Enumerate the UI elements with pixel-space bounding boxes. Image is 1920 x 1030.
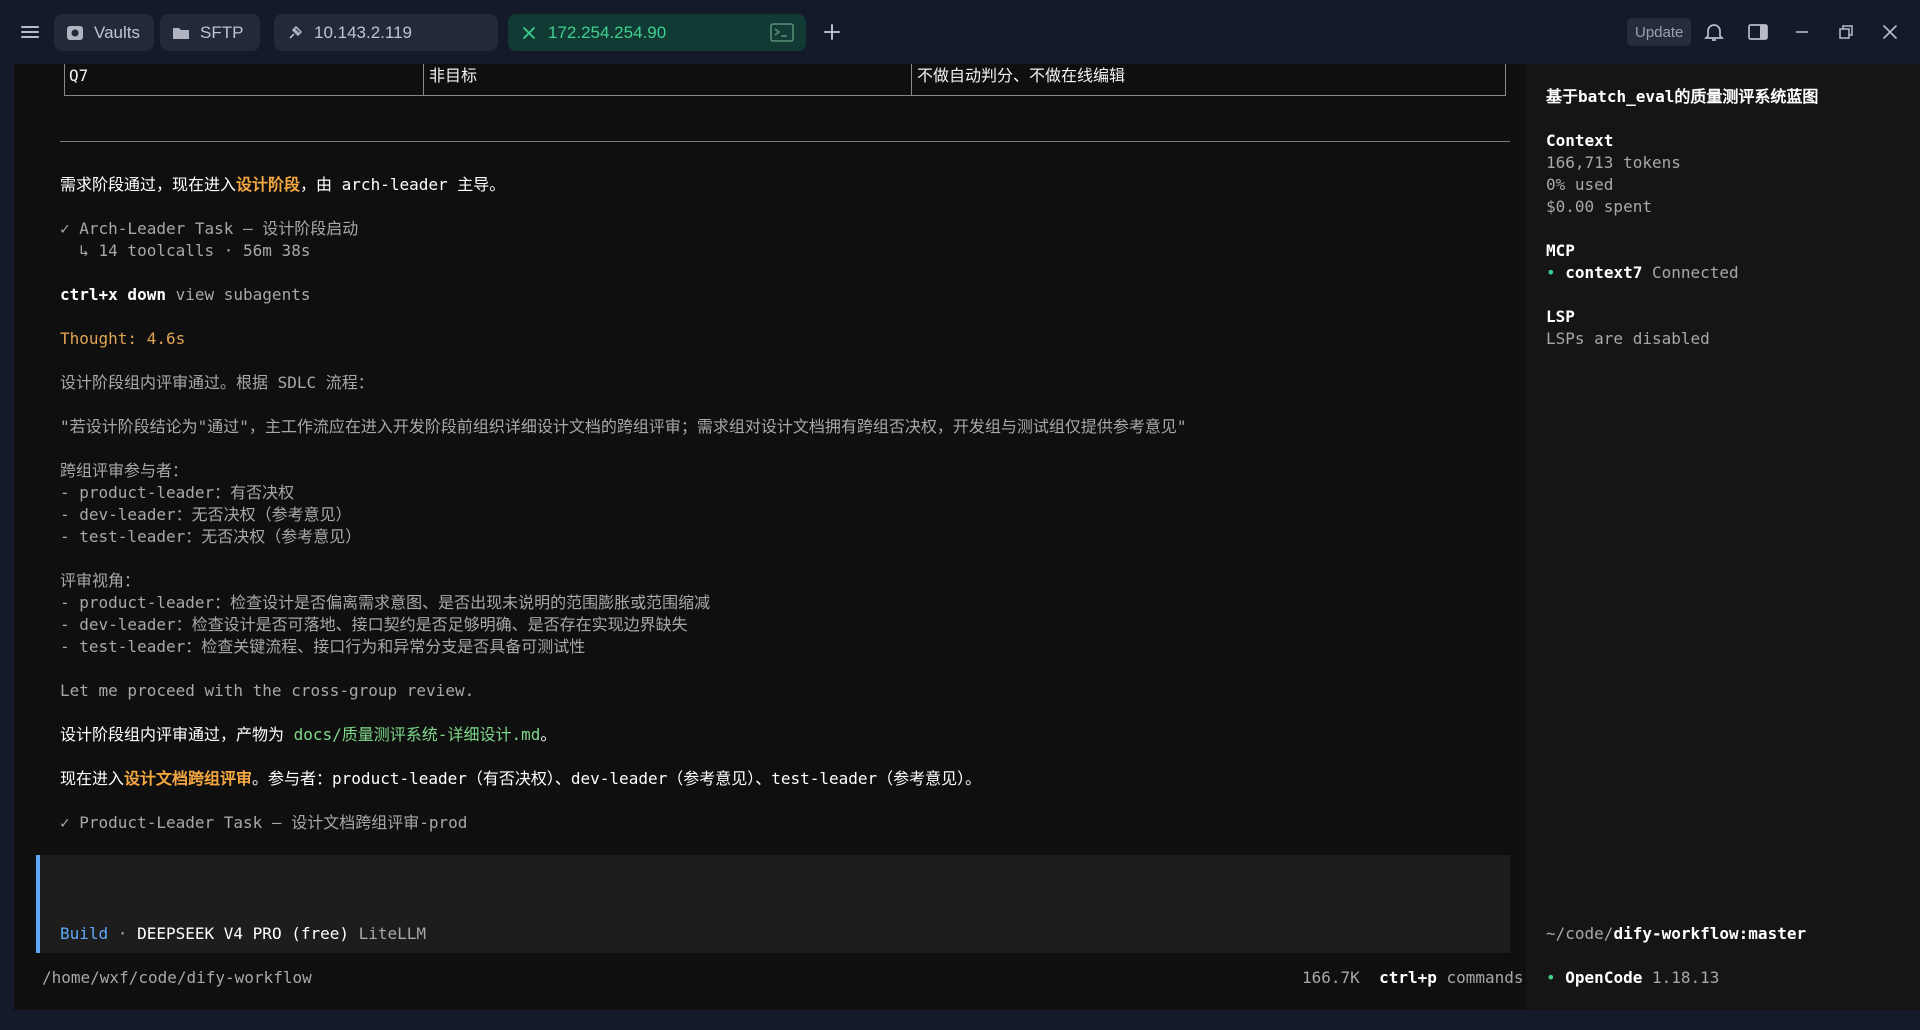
working-directory: /home/wxf/code/dify-workflow [42, 968, 312, 987]
task-meta: ↳ 14 toolcalls · 56m 38s [60, 241, 311, 260]
context-tokens: 166,713 tokens [1546, 153, 1681, 172]
context-heading: Context [1546, 131, 1614, 150]
output-summary: 设计阶段组内评审通过，产物为 docs/质量测评系统-详细设计.md。 [60, 724, 556, 746]
prompt-input[interactable]: Build · DEEPSEEK V4 PRO (free) LiteLLM [36, 855, 1510, 953]
tab-label: 10.143.2.119 [314, 22, 412, 42]
status-dot-icon: • [1546, 263, 1556, 282]
minimize-icon[interactable] [1790, 20, 1814, 44]
list-item: - dev-leader：无否决权（参考意见） [60, 505, 352, 524]
hamburger-menu-icon[interactable] [18, 20, 42, 44]
lsp-heading: LSP [1546, 307, 1575, 326]
sidebar-toggle-icon[interactable] [1746, 20, 1770, 44]
mcp-server-status: Connected [1642, 263, 1739, 282]
input-accent-bar [36, 855, 40, 953]
reasoning-heading: 跨组评审参与者： [60, 461, 189, 480]
table-cell-type: 非目标 [429, 66, 478, 85]
mode-label[interactable]: Build [60, 924, 108, 943]
text: ，由 arch-leader 主导。 [300, 175, 506, 194]
hint-key: ctrl+p [1379, 968, 1437, 987]
mcp-server-item: • context7 Connected [1546, 262, 1739, 284]
text: 。 [540, 725, 557, 744]
path-prefix: ~/code/ [1546, 924, 1614, 943]
separator: · [108, 924, 138, 943]
table-divider [423, 64, 424, 95]
table-row: Q7 非目标 不做自动判分、不做在线编辑 [64, 64, 1506, 96]
bell-icon[interactable] [1702, 20, 1726, 44]
table-cell-desc: 不做自动判分、不做在线编辑 [917, 66, 1126, 85]
context-used: 0% used [1546, 175, 1614, 194]
table-divider [911, 64, 912, 95]
terminal-pane[interactable]: Q7 非目标 不做自动判分、不做在线编辑 需求阶段通过，现在进入设计阶段，由 a… [14, 64, 1526, 1010]
reasoning-heading: 评审视角： [60, 571, 141, 590]
reasoning-text: Let me proceed with the cross-group revi… [60, 681, 475, 700]
version-number: 1.18.13 [1642, 968, 1720, 987]
session-title: 基于batch_eval的质量测评系统蓝图 [1546, 87, 1819, 106]
list-item: - dev-leader：检查设计是否可落地、接口契约是否足够明确、是否存在实现… [60, 615, 688, 634]
keyboard-hint: ctrl+x down view subagents [60, 284, 310, 306]
tab-host-2-active[interactable]: 172.254.254.90 [508, 14, 806, 51]
status-right: 166.7K ctrl+p commands [1302, 967, 1524, 989]
new-tab-plus-icon[interactable] [820, 20, 844, 44]
text: 现在进入 [60, 769, 125, 788]
review-announcement: 现在进入设计文档跨组评审。参与者：product-leader（有否决权）、de… [60, 768, 981, 790]
stage-announcement: 需求阶段通过，现在进入设计阶段，由 arch-leader 主导。 [60, 174, 505, 196]
thought-duration: Thought: 4.6s [60, 329, 186, 348]
tab-label: 172.254.254.90 [548, 22, 667, 42]
context-spent: $0.00 spent [1546, 197, 1652, 216]
repo-path: ~/code/dify-workflow:master [1546, 923, 1806, 945]
tab-bar: Vaults SFTP 10.143.2.119 172.254.254.90 … [0, 0, 1920, 64]
status-dot-icon: • [1546, 968, 1556, 987]
vault-icon [66, 24, 84, 42]
lsp-status: LSPs are disabled [1546, 329, 1710, 348]
hint-desc: view subagents [165, 285, 311, 304]
hint-desc: commands [1436, 968, 1524, 987]
update-button[interactable]: Update [1627, 18, 1692, 46]
list-item: - product-leader：有否决权 [60, 483, 295, 502]
text: 需求阶段通过，现在进入 [60, 175, 237, 194]
restore-icon[interactable] [1834, 20, 1858, 44]
table-cell-id: Q7 [69, 66, 89, 85]
task-status-arch-leader[interactable]: ✓ Arch-Leader Task — 设计阶段启动 [60, 218, 358, 240]
file-path-link[interactable]: docs/质量测评系统-详细设计.md [294, 725, 541, 744]
reasoning-text: 设计阶段组内评审通过。根据 SDLC 流程： [60, 373, 374, 392]
connection-icon [286, 24, 304, 42]
terminal-icon [770, 23, 794, 42]
app-version: • OpenCode 1.18.13 [1546, 967, 1719, 989]
highlight-text: 设计阶段 [236, 175, 301, 194]
close-window-icon[interactable] [1878, 20, 1902, 44]
highlight-text: 设计文档跨组评审 [124, 769, 253, 788]
model-indicator: Build · DEEPSEEK V4 PRO (free) LiteLLM [60, 923, 426, 945]
tab-host-1[interactable]: 10.143.2.119 [274, 14, 498, 51]
model-name[interactable]: DEEPSEEK V4 PRO (free) [137, 924, 349, 943]
list-item: - test-leader：无否决权（参考意见） [60, 527, 362, 546]
hint-key: ctrl+x down [60, 285, 166, 304]
text: 设计阶段组内评审通过，产物为 [60, 725, 294, 744]
list-item: - test-leader：检查关键流程、接口行为和异常分支是否具备可测试性 [60, 637, 586, 656]
mcp-server-name: context7 [1565, 263, 1643, 282]
text: 。参与者：product-leader（有否决权）、dev-leader（参考意… [252, 769, 982, 788]
token-count: 166.7K [1302, 968, 1360, 987]
tab-sftp[interactable]: SFTP [160, 14, 260, 51]
task-status-product-leader[interactable]: ✓ Product-Leader Task — 设计文档跨组评审-prod [60, 812, 467, 834]
list-item: - product-leader：检查设计是否偏离需求意图、是否出现未说明的范围… [60, 593, 711, 612]
horizontal-rule [60, 141, 1510, 142]
app-name: OpenCode [1565, 968, 1643, 987]
folder-icon [172, 24, 190, 42]
tab-label: Vaults [94, 22, 140, 42]
tab-vaults[interactable]: Vaults [54, 14, 154, 51]
tab-label: SFTP [200, 22, 244, 42]
close-icon[interactable] [520, 24, 538, 42]
repo-branch: dify-workflow:master [1613, 924, 1807, 943]
reasoning-quote: "若设计阶段结论为"通过"，主工作流应在进入开发阶段前组织详细设计文档的跨组评审… [60, 417, 1187, 436]
session-sidebar: 基于batch_eval的质量测评系统蓝图 Context 166,713 to… [1526, 64, 1920, 1010]
provider-name: LiteLLM [349, 924, 427, 943]
mcp-heading: MCP [1546, 241, 1575, 260]
